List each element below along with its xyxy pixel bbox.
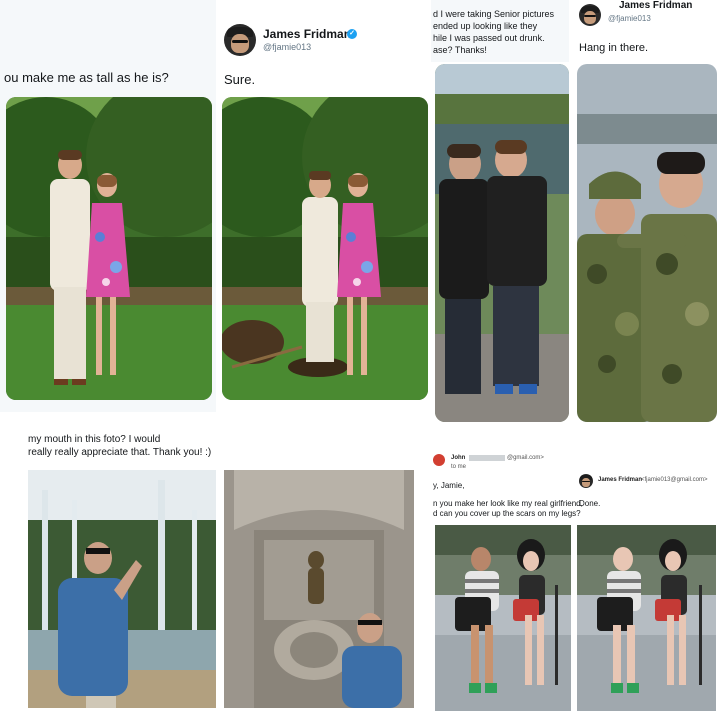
edited-couple-photo xyxy=(222,97,428,400)
request-line-1: my mouth in this foto? I would xyxy=(28,434,161,445)
sender-avatar xyxy=(433,454,445,466)
avatar xyxy=(579,474,593,488)
reply-email: <fjamie013@gmail.com> xyxy=(641,477,708,483)
request-line-2: really really appreciate that. Thank you… xyxy=(28,447,212,458)
original-friends-photo xyxy=(435,64,569,422)
redacted-email-bar xyxy=(469,455,505,461)
author-handle: @fjamie013 xyxy=(608,14,651,23)
reply-text: Hang in there. xyxy=(579,42,649,54)
panel-army-request: d I were taking Senior pictures ended up… xyxy=(431,0,720,425)
edited-statue-photo xyxy=(224,470,414,708)
author-handle: @fjamie013 xyxy=(263,42,312,52)
reply-text: Sure. xyxy=(224,72,256,87)
panel-tall-request: ou make me as tall as he is? James Fridm… xyxy=(0,0,428,412)
request-line-3: hile I was passed out drunk. xyxy=(433,33,545,43)
avatar xyxy=(579,4,601,26)
original-fountain-photo xyxy=(28,470,216,708)
panel-email-request: John @gmail.com> to me y, Jamie, n you m… xyxy=(431,440,720,720)
edited-army-photo xyxy=(577,64,717,422)
verified-icon: ✓ xyxy=(347,29,357,39)
request-line-2: ended up looking like they xyxy=(433,21,538,31)
greeting: y, Jamie, xyxy=(433,481,465,490)
reply-text: Done. xyxy=(579,499,601,508)
author-name: James Fridman xyxy=(263,27,352,41)
original-mannequin-photo xyxy=(435,525,571,711)
request-line-1: d I were taking Senior pictures xyxy=(433,9,555,19)
reply-name: James Fridman xyxy=(598,477,643,483)
author-name: James Fridman xyxy=(619,0,693,11)
sender-name: John xyxy=(451,455,466,461)
request-text: ou make me as tall as he is? xyxy=(4,70,169,85)
request-line-2: d can you cover up the scars on my legs? xyxy=(433,509,581,518)
original-couple-photo xyxy=(6,97,212,400)
avatar xyxy=(224,24,256,56)
request-line-4: ase? Thanks! xyxy=(433,45,487,55)
edited-mannequin-photo xyxy=(577,525,716,711)
sender-email: @gmail.com> xyxy=(507,455,544,461)
to-me-label: to me xyxy=(451,464,467,470)
panel-fountain-request: my mouth in this foto? I would really re… xyxy=(0,428,428,720)
